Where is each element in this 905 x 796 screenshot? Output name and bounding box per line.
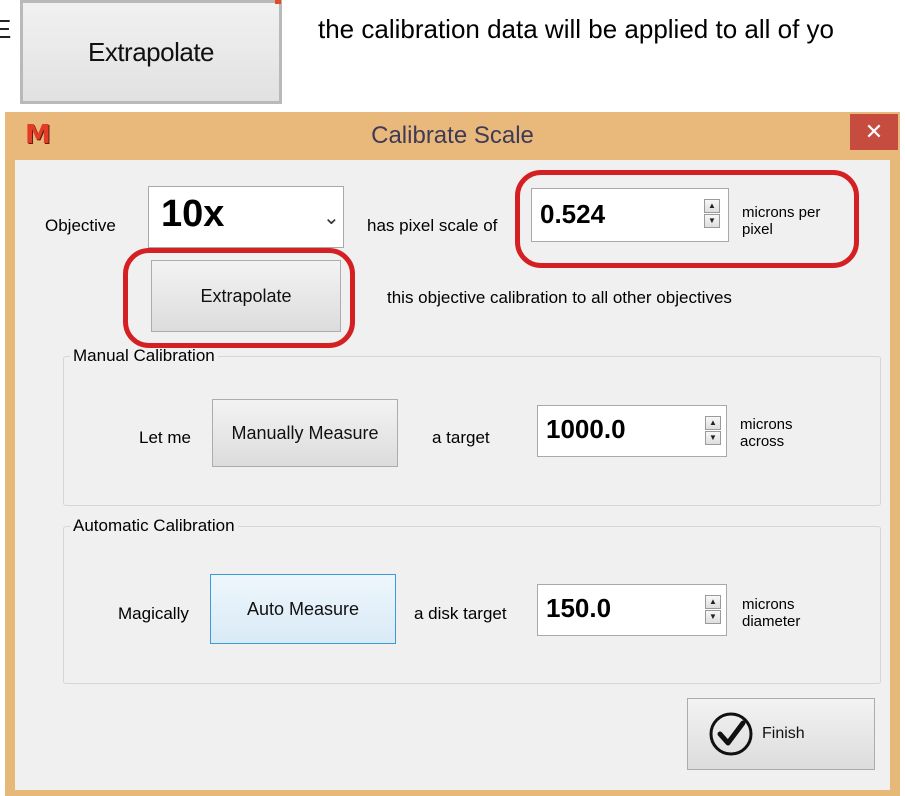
unit-line-1: microns per [742, 204, 821, 221]
disk-size-value: 150.0 [546, 593, 612, 623]
spin-down-icon[interactable]: ▼ [705, 431, 721, 445]
red-mark [275, 0, 281, 4]
dialog-title: Calibrate Scale [371, 122, 534, 149]
chevron-down-icon: ⌄ [323, 207, 340, 229]
unit-line-2: pixel [742, 221, 773, 238]
spin-up-icon[interactable]: ▲ [704, 199, 720, 213]
automatic-calibration-title: Automatic Calibration [70, 516, 238, 536]
pixel-scale-value: 0.524 [540, 199, 606, 229]
finish-label: Finish [762, 725, 805, 742]
objective-select[interactable]: 10x ⌄ [148, 186, 344, 248]
extrapolate-description: this objective calibration to all other … [387, 288, 732, 307]
finish-button[interactable]: Finish [687, 698, 875, 770]
pixel-scale-unit: microns per pixel [742, 204, 820, 238]
target-size-unit: microns across [740, 416, 793, 450]
spin-up-icon[interactable]: ▲ [705, 595, 721, 609]
disk-size-unit: microns diameter [742, 596, 800, 630]
disk-size-input[interactable]: 150.0 ▲ ▼ [537, 584, 727, 636]
manually-measure-button[interactable]: Manually Measure [212, 399, 398, 467]
automatic-prefix: Magically [118, 604, 189, 623]
manual-middle: a target [432, 428, 490, 447]
titlebar[interactable]: M Calibrate Scale ✕ [5, 112, 900, 160]
document-sentence: the calibration data will be applied to … [318, 14, 834, 44]
cut-off-text: E [0, 14, 12, 44]
manual-calibration-title: Manual Calibration [70, 346, 218, 366]
unit-line-2: across [740, 433, 785, 450]
checkmark-icon [709, 712, 753, 756]
objective-label: Objective [45, 216, 116, 235]
auto-measure-button[interactable]: Auto Measure [210, 574, 396, 644]
target-size-input[interactable]: 1000.0 ▲ ▼ [537, 405, 727, 457]
close-button[interactable]: ✕ [850, 114, 898, 150]
unit-line-1: microns [742, 596, 795, 613]
automatic-middle: a disk target [414, 604, 507, 623]
pixel-scale-label: has pixel scale of [367, 216, 498, 235]
unit-line-2: diameter [742, 613, 801, 630]
dialog-body: Objective 10x ⌄ has pixel scale of 0.524… [15, 160, 890, 790]
extrapolate-button-screenshot: Extrapolate [14, 0, 286, 112]
calibrate-scale-dialog: M Calibrate Scale ✕ Objective 10x ⌄ has … [5, 112, 900, 796]
spin-down-icon[interactable]: ▼ [704, 214, 720, 228]
objective-value: 10x [161, 193, 225, 235]
extrapolate-button-preview: Extrapolate [20, 0, 282, 104]
unit-line-1: microns [740, 416, 793, 433]
manual-prefix: Let me [139, 428, 191, 447]
spin-down-icon[interactable]: ▼ [705, 610, 721, 624]
extrapolate-button[interactable]: Extrapolate [151, 260, 341, 332]
pixel-scale-input[interactable]: 0.524 ▲ ▼ [531, 188, 729, 242]
spin-up-icon[interactable]: ▲ [705, 416, 721, 430]
document-excerpt: E Extrapolate the calibration data will … [0, 0, 905, 112]
target-size-value: 1000.0 [546, 414, 626, 444]
